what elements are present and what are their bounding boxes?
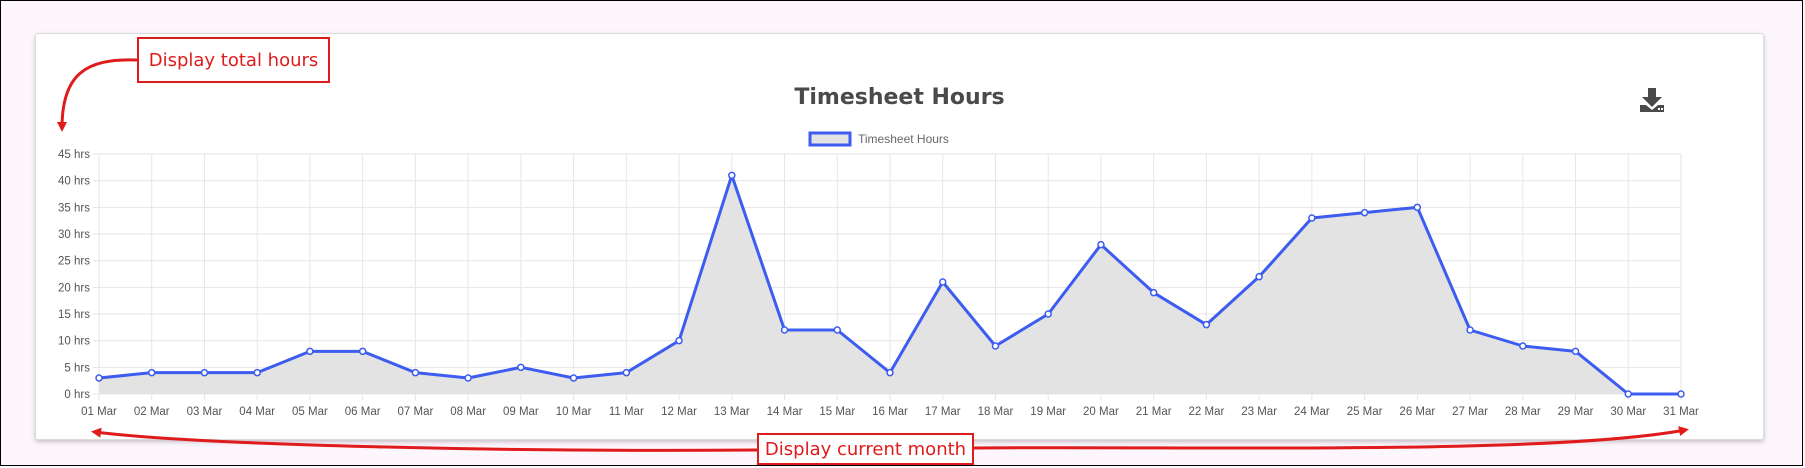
arrow-to-month-end	[973, 426, 1689, 450]
callout-current-month: Display current month	[757, 433, 974, 465]
arrow-to-y-axis	[57, 58, 138, 132]
callout-total-hours: Display total hours	[137, 37, 330, 83]
arrow-to-month-start	[91, 427, 758, 452]
